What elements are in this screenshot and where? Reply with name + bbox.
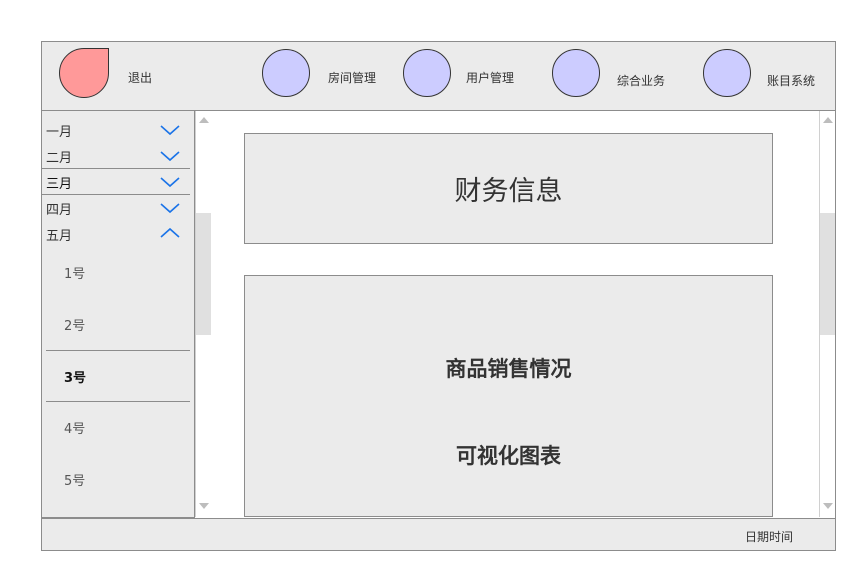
day-item-3-selected[interactable]: 3号 [64,367,86,386]
chevron-down-icon[interactable] [160,176,180,188]
day-item-2[interactable]: 2号 [64,315,85,334]
month-item-mar[interactable]: 三月 [46,173,72,192]
scroll-up-arrow-icon[interactable] [199,117,209,123]
scrollbar-thumb[interactable] [196,213,211,335]
scroll-up-arrow-icon[interactable] [823,117,833,123]
divider [46,350,190,351]
sales-chart-panel: 商品销售情况 可视化图表 [244,275,773,517]
sidebar-scrollbar[interactable] [195,111,211,517]
logout-button[interactable] [59,48,109,98]
room-management-label[interactable]: 房间管理 [328,69,376,86]
day-item-4[interactable]: 4号 [64,418,85,437]
general-business-label[interactable]: 综合业务 [617,72,665,89]
month-item-jan[interactable]: 一月 [46,121,72,140]
divider [42,194,190,195]
finance-info-title: 财务信息 [454,176,563,207]
chevron-down-icon[interactable] [160,150,180,162]
room-management-button[interactable] [262,49,310,97]
month-item-may[interactable]: 五月 [46,225,72,244]
general-business-button[interactable] [552,49,600,97]
day-item-1[interactable]: 1号 [64,263,85,282]
scroll-down-arrow-icon[interactable] [823,503,833,509]
main-scrollbar[interactable] [819,111,835,517]
status-bar: 日期时间 [41,518,836,551]
logout-label[interactable]: 退出 [128,69,152,86]
datetime-label: 日期时间 [744,530,793,544]
month-item-feb[interactable]: 二月 [46,147,72,166]
finance-info-panel: 财务信息 [244,133,773,244]
user-management-label[interactable]: 用户管理 [466,69,514,86]
divider [42,168,190,169]
chevron-down-icon[interactable] [160,202,180,214]
divider [46,401,190,402]
accounting-system-button[interactable] [703,49,751,97]
scroll-down-arrow-icon[interactable] [199,503,209,509]
accounting-system-label[interactable]: 账目系统 [767,72,815,89]
chevron-up-icon[interactable] [160,227,180,239]
user-management-button[interactable] [403,49,451,97]
chart-placeholder-label: 可视化图表 [456,444,561,468]
chevron-down-icon[interactable] [160,124,180,136]
sales-chart-title: 商品销售情况 [445,357,572,381]
scrollbar-thumb[interactable] [820,213,835,335]
month-item-apr[interactable]: 四月 [46,199,72,218]
day-item-5[interactable]: 5号 [64,470,85,489]
